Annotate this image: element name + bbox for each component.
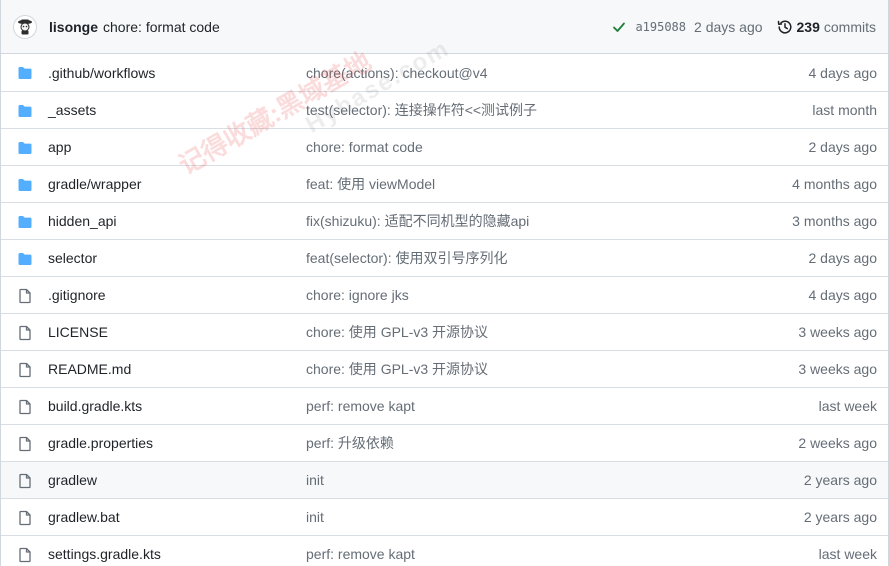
file-commit-message-link[interactable]: perf: remove kapt [306, 398, 415, 414]
file-commit-age: 2 weeks ago [798, 435, 877, 451]
file-icon [17, 325, 33, 341]
commit-time: 2 days ago [694, 18, 763, 35]
file-commit-message-link[interactable]: init [306, 472, 324, 488]
file-list: .github/workflows chore(actions): checkou… [1, 54, 888, 566]
file-row[interactable]: settings.gradle.kts perf: remove kapt last… [1, 535, 888, 566]
commit-sha[interactable]: a195088 [635, 20, 686, 34]
file-row[interactable]: .gitignore chore: ignore jks 4 days ago [1, 276, 888, 313]
file-commit-message-link[interactable]: chore: format code [306, 139, 423, 155]
author-avatar[interactable] [13, 14, 37, 39]
commit-author[interactable]: lisonge [49, 19, 98, 35]
commits-link[interactable]: 239 commits [777, 19, 876, 35]
file-commit-age: 2 days ago [808, 139, 878, 155]
check-icon[interactable] [611, 19, 627, 35]
file-name-link[interactable]: gradlew.bat [48, 509, 120, 525]
file-commit-age: last month [812, 102, 877, 118]
file-commit-message-link[interactable]: feat(selector): 使用双引号序列化 [306, 248, 507, 268]
folder-icon [17, 140, 33, 156]
file-name-link[interactable]: build.gradle.kts [48, 398, 142, 414]
file-name-link[interactable]: README.md [48, 361, 131, 377]
file-name-link[interactable]: .gitignore [48, 287, 106, 303]
file-name-link[interactable]: hidden_api [48, 213, 117, 229]
file-icon [17, 547, 33, 563]
file-name-link[interactable]: gradle.properties [48, 435, 153, 451]
file-icon [17, 510, 33, 526]
folder-icon [17, 214, 33, 230]
file-commit-age: 4 days ago [808, 64, 878, 81]
file-commit-message-link[interactable]: init [306, 509, 324, 525]
file-row[interactable]: selector feat(selector): 使用双引号序列化 2 days a… [1, 239, 888, 276]
file-row[interactable]: app chore: format code 2 days ago [1, 128, 888, 165]
folder-icon [17, 251, 33, 267]
file-row[interactable]: gradlew.bat init 2 years ago [1, 498, 888, 535]
file-commit-age: 4 days ago [808, 287, 878, 303]
file-name-link[interactable]: gradle/wrapper [48, 176, 141, 192]
file-icon [17, 362, 33, 378]
file-name-link[interactable]: selector [48, 250, 97, 266]
file-commit-message-link[interactable]: test(selector): 连接操作符<<测试例子 [306, 100, 537, 120]
file-commit-message-link[interactable]: chore: 使用 GPL-v3 开源协议 [306, 359, 488, 379]
file-commit-message-link[interactable]: chore: ignore jks [306, 287, 409, 303]
file-name-link[interactable]: app [48, 139, 71, 155]
file-commit-age: last week [818, 546, 877, 562]
file-icon [17, 399, 33, 415]
file-row[interactable]: gradlew init 2 years ago [1, 461, 888, 498]
latest-commit-bar: lisonge chore: format code a195088 2 day… [1, 0, 888, 54]
file-commit-message-link[interactable]: chore(actions): checkout@v4 [306, 65, 488, 81]
folder-icon [17, 103, 33, 119]
file-commit-message-link[interactable]: fix(shizuku): 适配不同机型的隐藏api [306, 211, 529, 231]
file-name-link[interactable]: gradlew [48, 472, 97, 488]
file-commit-message-link[interactable]: chore: 使用 GPL-v3 开源协议 [306, 322, 488, 342]
file-name-link[interactable]: LICENSE [48, 324, 108, 340]
folder-icon [17, 177, 33, 193]
file-commit-age: 3 months ago [792, 213, 877, 229]
commit-message[interactable]: chore: format code [103, 19, 220, 35]
repo-file-browser: lisonge chore: format code a195088 2 day… [0, 0, 889, 566]
file-row[interactable]: LICENSE chore: 使用 GPL-v3 开源协议 3 weeks ago [1, 313, 888, 350]
file-icon [17, 288, 33, 304]
file-commit-age: 2 years ago [803, 472, 877, 488]
file-commit-message-link[interactable]: perf: remove kapt [306, 546, 415, 562]
file-name-link[interactable]: _assets [48, 102, 96, 118]
file-row[interactable]: _assets test(selector): 连接操作符<<测试例子 last m… [1, 91, 888, 128]
file-row[interactable]: gradle.properties perf: 升级依赖 2 weeks ago [1, 424, 888, 461]
file-commit-age: 2 days ago [808, 250, 878, 266]
commit-count: 239 [796, 18, 820, 35]
file-commit-age: 3 weeks ago [798, 361, 877, 377]
folder-icon [17, 65, 33, 81]
file-row[interactable]: build.gradle.kts perf: remove kapt last we… [1, 387, 888, 424]
file-name-link[interactable]: settings.gradle.kts [48, 546, 161, 562]
history-icon [777, 19, 792, 33]
commit-count-label: commits [823, 18, 876, 35]
file-commit-age: 2 years ago [803, 509, 877, 525]
file-commit-age: last week [818, 398, 877, 414]
file-row[interactable]: gradle/wrapper feat: 使用 viewModel 4 months… [1, 165, 888, 202]
file-commit-message-link[interactable]: perf: 升级依赖 [306, 433, 394, 453]
avatar-icon [18, 19, 32, 34]
file-icon [17, 473, 33, 489]
file-row[interactable]: .github/workflows chore(actions): checkou… [1, 54, 888, 91]
file-commit-message-link[interactable]: feat: 使用 viewModel [306, 174, 435, 194]
file-row[interactable]: hidden_api fix(shizuku): 适配不同机型的隐藏api 3 mo… [1, 202, 888, 239]
file-icon [17, 436, 33, 452]
file-row[interactable]: README.md chore: 使用 GPL-v3 开源协议 3 weeks ag… [1, 350, 888, 387]
file-name-link[interactable]: .github/workflows [48, 65, 155, 81]
file-commit-age: 3 weeks ago [798, 324, 877, 340]
file-commit-age: 4 months ago [792, 176, 877, 192]
